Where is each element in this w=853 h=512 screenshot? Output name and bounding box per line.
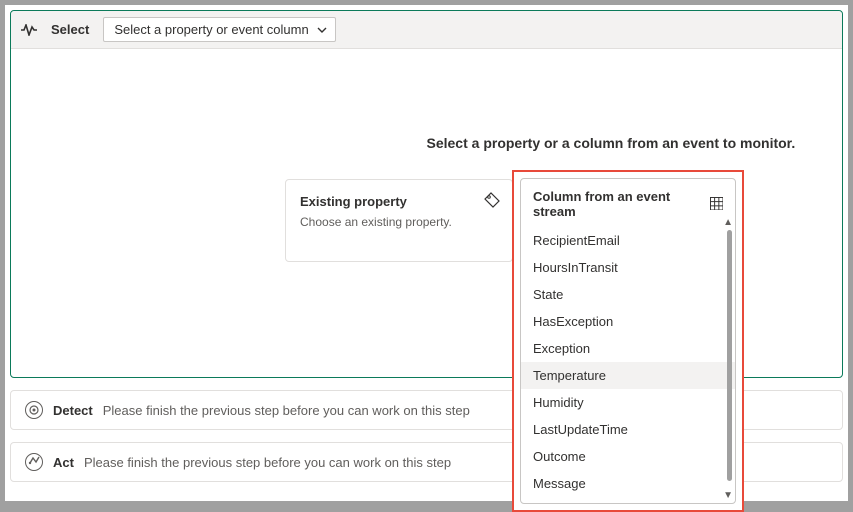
column-popup-title: Column from an event stream <box>533 189 710 219</box>
existing-property-card[interactable]: Existing property Choose an existing pro… <box>285 179 513 262</box>
act-icon <box>25 453 43 471</box>
column-option[interactable]: HasException <box>521 308 735 335</box>
grid-icon <box>710 197 723 211</box>
column-option[interactable]: RecipientEmail <box>521 227 735 254</box>
chevron-down-icon <box>317 27 327 33</box>
detect-icon <box>25 401 43 419</box>
scroll-up-icon[interactable]: ▲ <box>723 217 733 228</box>
scroll-down-icon[interactable]: ▼ <box>723 490 733 501</box>
act-step-title: Act <box>53 455 74 470</box>
detect-step-msg: Please finish the previous step before y… <box>103 403 470 418</box>
property-dropdown[interactable]: Select a property or event column <box>103 17 335 42</box>
column-option[interactable]: State <box>521 281 735 308</box>
column-popup: Column from an event stream ▲ RecipientE… <box>520 178 736 504</box>
column-popup-highlight: Column from an event stream ▲ RecipientE… <box>512 170 744 512</box>
tag-icon <box>484 192 500 208</box>
scrollbar[interactable] <box>727 230 732 481</box>
instruction-headline: Select a property or a column from an ev… <box>427 135 796 151</box>
column-option[interactable]: Humidity <box>521 389 735 416</box>
activity-icon <box>21 24 37 36</box>
select-label: Select <box>51 22 89 37</box>
select-toolbar: Select Select a property or event column <box>11 11 842 49</box>
column-option[interactable]: Message <box>521 470 735 497</box>
column-option[interactable]: Outcome <box>521 443 735 470</box>
column-list: ▲ RecipientEmailHoursInTransitStateHasEx… <box>521 227 735 503</box>
existing-property-subtitle: Choose an existing property. <box>300 215 498 229</box>
dropdown-value: Select a property or event column <box>114 22 308 37</box>
act-step-msg: Please finish the previous step before y… <box>84 455 451 470</box>
column-option[interactable]: LastUpdateTime <box>521 416 735 443</box>
existing-property-title: Existing property <box>300 194 498 209</box>
detect-step-title: Detect <box>53 403 93 418</box>
column-option[interactable]: Exception <box>521 335 735 362</box>
column-option[interactable]: HoursInTransit <box>521 254 735 281</box>
column-option[interactable]: Temperature <box>521 362 735 389</box>
